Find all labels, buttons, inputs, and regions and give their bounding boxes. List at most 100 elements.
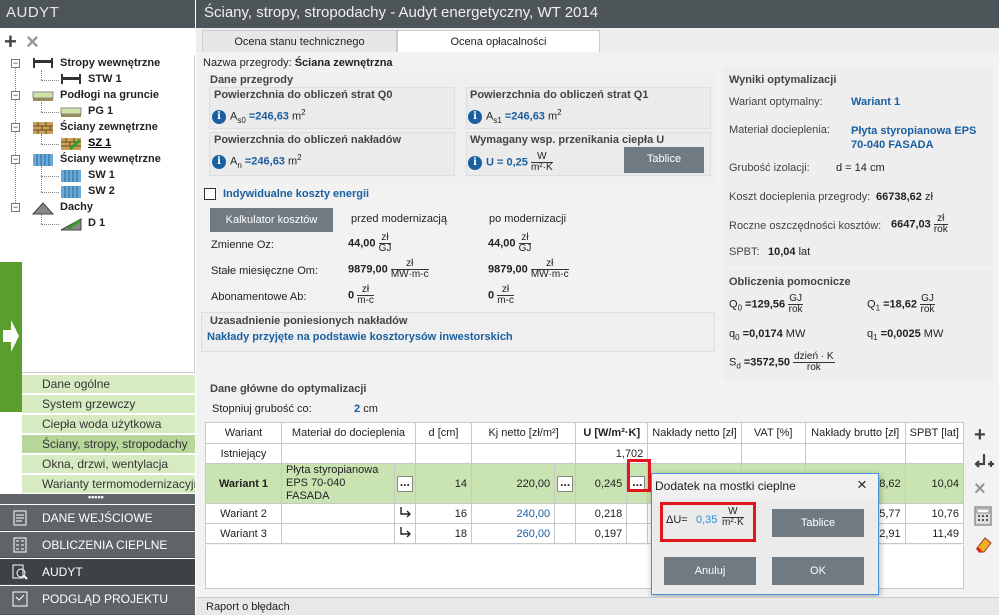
tree-item-sw2[interactable]: SW 2 — [88, 185, 115, 197]
section-dane-ogolne[interactable]: Dane ogólne — [22, 375, 195, 394]
col-naklady-brutto[interactable]: Nakłady brutto [zł] — [804, 422, 906, 444]
uzasadnienie-text[interactable]: Nakłady przyjęte na podstawie kosztorysó… — [207, 331, 513, 343]
floor-icon — [60, 105, 82, 119]
cell-material — [281, 443, 416, 464]
highlight-box — [627, 459, 651, 492]
tree-item-sw1[interactable]: SW 1 — [88, 169, 115, 181]
cancel-button[interactable]: Anuluj — [664, 557, 756, 585]
tab-ocena-stanu[interactable]: Ocena stanu technicznego — [202, 30, 397, 52]
col-spbt[interactable]: SPBT [lat] — [904, 422, 965, 444]
cell-kj — [470, 443, 577, 464]
tree-group-sciany-zew[interactable]: Ściany zewnętrzne — [60, 121, 158, 133]
nav-obliczenia[interactable]: OBLICZENIA CIEPLNE — [0, 532, 195, 558]
roof-icon — [31, 201, 55, 215]
return-arrow-icon[interactable] — [398, 527, 412, 541]
return-arrow-icon[interactable] — [398, 507, 412, 521]
cell-u: 0,197 — [575, 523, 628, 544]
delete-row-icon[interactable]: × — [974, 478, 986, 501]
collapse-toggle[interactable]: − — [11, 203, 20, 212]
section-system-grzewczy[interactable]: System grzewczy — [22, 395, 195, 414]
cell-d: 18 — [415, 523, 472, 544]
info-icon[interactable]: i — [468, 155, 482, 170]
collapse-toggle[interactable]: − — [11, 59, 20, 68]
przed-header: przed modernizacją — [351, 213, 447, 225]
roof-icon — [60, 217, 82, 231]
section-cwu[interactable]: Ciepła woda użytkowa — [22, 415, 195, 434]
kj-picker-button[interactable]: ... — [557, 475, 574, 492]
add-icon[interactable]: + — [4, 30, 17, 54]
grubosc-value: d = 14 cm — [836, 162, 885, 174]
inherit-cell — [393, 503, 417, 524]
eraser-icon[interactable] — [974, 534, 994, 560]
tab-ocena-oplacalnosci[interactable]: Ocena opłacalności — [397, 30, 600, 52]
u-picker-cell — [626, 503, 649, 524]
tree-group-podlogi[interactable]: Podłogi na gruncie — [60, 89, 159, 101]
info-icon[interactable]: i — [212, 154, 226, 169]
wariant-value: Wariant 1 — [851, 96, 901, 108]
collapse-toggle[interactable]: − — [11, 123, 20, 132]
ab-label: Abonamentowe Ab: — [211, 291, 307, 303]
collapse-toggle[interactable]: − — [11, 91, 20, 100]
element-tree: − Stropy wewnętrzne STW 1 − Podłogi na g… — [0, 55, 195, 373]
col-d[interactable]: d [cm] — [415, 422, 472, 444]
section-okna[interactable]: Okna, drzwi, wentylacja — [22, 455, 195, 474]
tablice-button[interactable]: Tablice — [624, 147, 704, 173]
nav-podglad[interactable]: PODGLĄD PROJEKTU — [0, 586, 195, 615]
calculator-icon[interactable] — [974, 506, 992, 532]
col-material[interactable]: Materiał do docieplenia — [281, 422, 416, 444]
wyniki-header: Wyniki optymalizacji — [729, 74, 837, 86]
cell-wariant: Wariant 3 — [205, 523, 282, 544]
kalkulator-button[interactable]: Kalkulator kosztów — [210, 208, 333, 232]
dialog-tablice-button[interactable]: Tablice — [772, 509, 864, 537]
material-picker-button[interactable]: ... — [396, 475, 413, 492]
section-warianty[interactable]: Warianty termomodernizacyjne — [22, 475, 195, 494]
cell-d: 16 — [415, 503, 472, 524]
info-icon[interactable]: i — [212, 109, 226, 124]
tree-toolbar: + × — [0, 30, 195, 54]
nav-dane-wejsciowe[interactable]: DANE WEJŚCIOWE — [0, 505, 195, 531]
search-document-icon — [12, 564, 28, 580]
col-u[interactable]: U [W/m²·K] — [575, 422, 649, 444]
arrow-right-icon[interactable] — [2, 316, 20, 356]
tree-group-stropy[interactable]: Stropy wewnętrzne — [60, 57, 160, 69]
ceiling-icon — [60, 72, 82, 86]
ok-button[interactable]: OK — [772, 557, 864, 585]
tree-item-pg1[interactable]: PG 1 — [88, 105, 113, 117]
indywidualne-checkbox[interactable] — [204, 188, 216, 200]
cell-spbt: 10,76 — [904, 503, 965, 524]
add-row-icon[interactable]: + — [974, 424, 986, 447]
tree-group-dachy[interactable]: Dachy — [60, 201, 93, 213]
oz-przed: 44,00 zł GJ — [348, 232, 392, 254]
oszcz-label: Roczne oszczędności kosztów: — [729, 220, 882, 232]
nav-audyt[interactable]: AUDYT — [0, 559, 195, 585]
tree-item-sz1[interactable]: SZ 1 — [88, 137, 111, 149]
info-icon[interactable]: i — [468, 109, 482, 124]
col-kj[interactable]: Kj netto [zł/m²] — [470, 422, 577, 444]
tree-group-sciany-wew[interactable]: Ściany wewnętrzne — [60, 153, 161, 165]
cell-wariant: Wariant 2 — [205, 503, 282, 524]
collapse-toggle[interactable]: − — [11, 155, 20, 164]
q1-value-row: i As1 =246,63 m2 — [468, 108, 562, 125]
u-value-row: iU = 0,25 Wm²·K — [468, 152, 553, 173]
oszcz-value: 6647,03 zł rok — [891, 213, 948, 235]
cell-naklady-brutto — [804, 443, 906, 464]
stopniuj-value[interactable]: 2 cm — [354, 403, 378, 415]
close-icon[interactable]: × — [857, 475, 867, 495]
col-wariant[interactable]: Wariant — [205, 422, 282, 444]
section-sciany[interactable]: Ściany, stropy, stropodachy — [22, 435, 195, 454]
status-bar[interactable]: Raport o błędach — [196, 597, 999, 615]
cell-vat — [740, 443, 806, 464]
tree-item-stw1[interactable]: STW 1 — [88, 73, 122, 85]
window-title: Ściany, stropy, stropodachy - Audyt ener… — [196, 0, 999, 28]
po-header: po modernizacji — [489, 213, 567, 225]
delete-icon[interactable]: × — [26, 30, 39, 54]
koszt-value: 66738,62 zł — [876, 191, 933, 203]
kj-picker-cell: ... — [554, 463, 577, 504]
insert-row-icon[interactable] — [974, 452, 994, 478]
ab-po: 0 zł m-c — [488, 284, 514, 306]
col-naklady-netto[interactable]: Nakłady netto [zł] — [647, 422, 742, 444]
col-vat[interactable]: VAT [%] — [740, 422, 806, 444]
tree-item-d1[interactable]: D 1 — [88, 217, 105, 229]
table-row[interactable]: Istniejący 1,702 — [205, 443, 965, 464]
ab-przed: 0 zł m-c — [348, 284, 374, 306]
